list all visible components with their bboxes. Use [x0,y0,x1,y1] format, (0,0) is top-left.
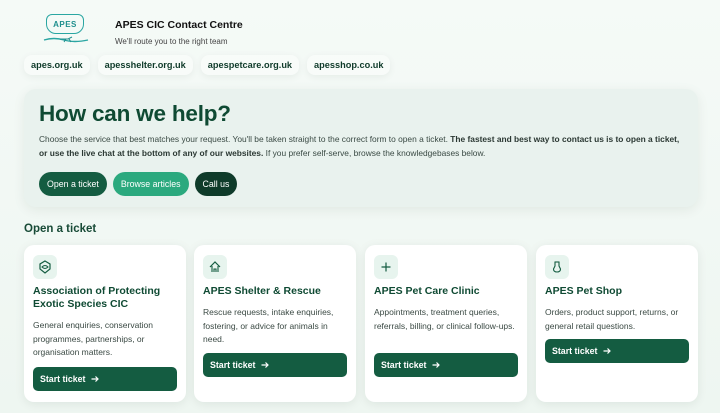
browse-articles-button[interactable]: Browse articles [112,172,189,196]
header-text: APES CIC Contact Centre We'll route you … [115,19,243,46]
card-description: Orders, product support, returns, or gen… [545,307,679,331]
site-links: apes.org.uk apesshelter.org.uk apespetca… [24,55,391,75]
card-apes-cic: Association of Protecting Exotic Species… [24,245,186,402]
page-title: APES CIC Contact Centre [115,19,243,31]
header: APES APES CIC Contact Centre We'll route… [40,12,243,52]
card-title: Association of Protecting Exotic Species… [33,285,161,310]
start-ticket-button[interactable]: Start ticket [33,367,177,391]
start-ticket-label: Start ticket [40,374,86,384]
arrow-right-icon [603,348,612,354]
card-icon-container [203,255,227,279]
card-title: APES Pet Care Clinic [374,285,480,297]
page-subtitle: We'll route you to the right team [115,37,228,46]
start-ticket-button[interactable]: Start ticket [203,353,347,377]
card-title: APES Shelter & Rescue [203,285,321,297]
arrow-right-icon [432,362,441,368]
plus-icon [381,262,391,272]
card-icon-container [545,255,569,279]
card-shelter: APES Shelter & Rescue Rescue requests, i… [194,245,356,402]
card-title: APES Pet Shop [545,285,623,297]
start-ticket-button[interactable]: Start ticket [545,339,689,363]
logo-badge: APES [46,14,84,34]
hero-description: Choose the service that best matches you… [39,132,689,160]
card-icon-container [374,255,398,279]
site-link-apes[interactable]: apes.org.uk [24,55,90,75]
open-ticket-button[interactable]: Open a ticket [39,172,107,196]
card-shop: APES Pet Shop Orders, product support, r… [536,245,698,402]
card-petcare: APES Pet Care Clinic Appointments, treat… [365,245,527,402]
shelter-icon [209,261,221,272]
apes-logo[interactable]: APES [40,12,92,46]
card-description: Appointments, treatment queries, referra… [374,307,515,331]
arrow-right-icon [261,362,270,368]
site-link-shop[interactable]: apesshop.co.uk [307,55,391,75]
card-description: General enquiries, conservation programm… [33,320,154,357]
logo-lizard-icon [43,36,89,43]
hero-panel: How can we help? Choose the service that… [24,89,698,207]
call-us-button[interactable]: Call us [194,172,238,196]
bottle-icon [552,261,562,273]
start-ticket-button[interactable]: Start ticket [374,353,518,377]
hero-buttons: Open a ticket Browse articles Call us [39,172,683,196]
ticket-cards: Association of Protecting Exotic Species… [24,245,698,403]
site-link-shelter[interactable]: apesshelter.org.uk [97,55,193,75]
fish-badge-icon [39,260,51,274]
start-ticket-label: Start ticket [210,360,256,370]
card-icon-container [33,255,57,279]
logo-text: APES [53,19,77,29]
card-description: Rescue requests, intake enquiries, foste… [203,307,334,344]
hero-title: How can we help? [39,101,231,126]
site-link-petcare[interactable]: apespetcare.org.uk [200,55,300,75]
section-title: Open a ticket [24,223,97,235]
hero-text-1: Choose the service that best matches you… [39,134,448,144]
hero-text-2: If you prefer self-serve, browse the kno… [265,148,486,158]
arrow-right-icon [91,376,100,382]
start-ticket-label: Start ticket [381,360,427,370]
start-ticket-label: Start ticket [552,346,598,356]
